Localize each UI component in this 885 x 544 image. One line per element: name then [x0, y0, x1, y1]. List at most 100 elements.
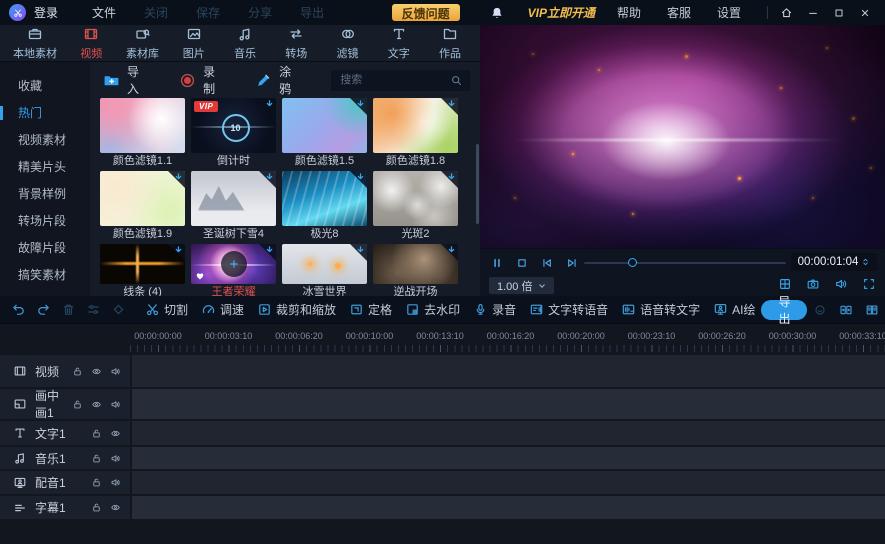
thumbnail-artwork[interactable]	[191, 244, 276, 284]
tab-film[interactable]: 视频	[74, 25, 108, 61]
media-thumbnail[interactable]: 颜色滤镜1.8	[373, 98, 458, 168]
download-badge[interactable]	[254, 171, 276, 193]
thumbnail-artwork[interactable]	[373, 98, 458, 153]
download-badge[interactable]	[436, 244, 458, 266]
download-badge[interactable]	[436, 171, 458, 193]
import-button[interactable]: 导入	[103, 63, 149, 97]
thumbnail-artwork[interactable]	[373, 171, 458, 226]
delete-button[interactable]	[61, 302, 76, 317]
track-header-voice-track[interactable]: 配音1	[0, 471, 130, 494]
tab-text[interactable]: 文字	[382, 25, 416, 61]
next-frame-button[interactable]	[565, 256, 579, 270]
tool-watermark[interactable]: 去水印	[405, 301, 460, 318]
tool-mic[interactable]: 录音	[473, 301, 516, 318]
media-thumbnail[interactable]: 颜色滤镜1.5	[282, 98, 367, 168]
media-thumbnail[interactable]: 极光8	[282, 171, 367, 241]
redo-button[interactable]	[36, 302, 51, 317]
settings-button[interactable]: 设置	[717, 4, 741, 21]
search-input[interactable]	[338, 73, 450, 87]
track-sound-toggle[interactable]	[110, 453, 121, 464]
sidebar-item-0[interactable]: 收藏	[0, 73, 90, 100]
track-lock-toggle[interactable]	[91, 502, 102, 513]
download-badge[interactable]	[436, 98, 458, 120]
thumbnail-artwork[interactable]	[282, 244, 367, 284]
tab-filter[interactable]: 滤镜	[331, 25, 365, 61]
track-sound-toggle[interactable]	[110, 366, 121, 377]
track-lock-toggle[interactable]	[91, 428, 102, 439]
tool-crop[interactable]: 裁剪和缩放	[257, 301, 336, 318]
track-lock-toggle[interactable]	[91, 453, 102, 464]
sidebar-item-1[interactable]: 热门	[0, 100, 90, 127]
seek-slider[interactable]	[584, 258, 786, 267]
media-thumbnail[interactable]: 逆战开场	[373, 244, 458, 296]
tool-tts[interactable]: 文字转语音	[529, 301, 608, 318]
media-thumbnail[interactable]: 颜色滤镜1.1	[100, 98, 185, 168]
previous-frame-button[interactable]	[540, 256, 554, 270]
login-button[interactable]: 登录	[34, 4, 58, 21]
thumbnail-artwork[interactable]	[100, 98, 185, 153]
track-eye-toggle[interactable]	[110, 428, 121, 439]
thumbnail-artwork[interactable]	[191, 171, 276, 226]
fullscreen-icon[interactable]	[862, 277, 876, 291]
vip-upgrade-button[interactable]: VIP立即开通	[528, 4, 595, 21]
seek-handle[interactable]	[628, 258, 638, 267]
adjust-button[interactable]	[86, 302, 101, 317]
storyboard-icon[interactable]	[865, 303, 879, 317]
track-header-text-track[interactable]: 文字1	[0, 421, 130, 445]
volume-icon[interactable]	[834, 277, 848, 291]
support-button[interactable]: 客服	[667, 4, 691, 21]
favorite-heart-icon[interactable]	[195, 271, 205, 281]
tool-stt[interactable]: 语音转文字	[621, 301, 700, 318]
stop-button[interactable]	[515, 256, 529, 270]
track-eye-toggle[interactable]	[91, 366, 102, 377]
snapshot-camera-icon[interactable]	[806, 277, 820, 291]
download-badge[interactable]	[345, 244, 367, 266]
help-button[interactable]: 帮助	[617, 4, 641, 21]
track-header-pip-track[interactable]: 画中画1	[0, 389, 130, 420]
track-lock-toggle[interactable]	[72, 399, 83, 410]
tool-speed[interactable]: 调速	[201, 301, 244, 318]
sidebar-item-2[interactable]: 视频素材	[0, 127, 90, 154]
download-badge[interactable]	[254, 98, 276, 120]
tool-cut[interactable]: 切割	[145, 301, 188, 318]
download-badge[interactable]	[163, 171, 185, 193]
sidebar-item-3[interactable]: 精美片头	[0, 154, 90, 181]
track-lane[interactable]	[132, 471, 885, 494]
track-lane[interactable]	[132, 447, 885, 469]
menu-item-0[interactable]: 文件	[92, 4, 116, 21]
download-badge[interactable]	[163, 244, 185, 266]
track-sound-toggle[interactable]	[110, 477, 121, 488]
swap-clips-icon[interactable]	[839, 303, 853, 317]
track-eye-toggle[interactable]	[91, 399, 102, 410]
track-eye-toggle[interactable]	[110, 502, 121, 513]
face-effect-icon[interactable]	[813, 303, 827, 317]
thumbnail-artwork[interactable]: 10 VIP	[191, 98, 276, 153]
track-lane[interactable]	[132, 421, 885, 445]
minimize-button[interactable]	[807, 7, 819, 19]
media-thumbnail[interactable]: 颜色滤镜1.9	[100, 171, 185, 241]
track-header-subtitle-track[interactable]: 字幕1	[0, 496, 130, 519]
track-lane[interactable]	[132, 355, 885, 387]
media-thumbnail[interactable]: 冰雪世界	[282, 244, 367, 296]
tab-briefcase[interactable]: 本地素材	[13, 25, 57, 61]
tab-library[interactable]: 素材库	[126, 25, 160, 61]
download-badge[interactable]	[345, 98, 367, 120]
tool-ai[interactable]: AI绘	[713, 301, 755, 318]
tab-image[interactable]: 图片	[177, 25, 211, 61]
track-lock-toggle[interactable]	[91, 477, 102, 488]
sidebar-item-4[interactable]: 背景样例	[0, 181, 90, 208]
media-thumbnail[interactable]: 王者荣耀	[191, 244, 276, 296]
track-header-video-track[interactable]: 视频	[0, 355, 130, 387]
search-box[interactable]	[331, 69, 470, 91]
media-thumbnail[interactable]: 圣诞树下雪4	[191, 171, 276, 241]
sidebar-item-6[interactable]: 故障片段	[0, 235, 90, 262]
thumbnail-artwork[interactable]	[373, 244, 458, 284]
thumbnail-artwork[interactable]	[282, 171, 367, 226]
track-lock-toggle[interactable]	[72, 366, 83, 377]
track-lane[interactable]	[132, 496, 885, 519]
download-badge[interactable]	[254, 244, 276, 266]
doodle-button[interactable]: 涂鸦	[255, 63, 301, 97]
download-badge[interactable]	[345, 171, 367, 193]
track-sound-toggle[interactable]	[110, 399, 121, 410]
thumbnail-artwork[interactable]	[282, 98, 367, 153]
